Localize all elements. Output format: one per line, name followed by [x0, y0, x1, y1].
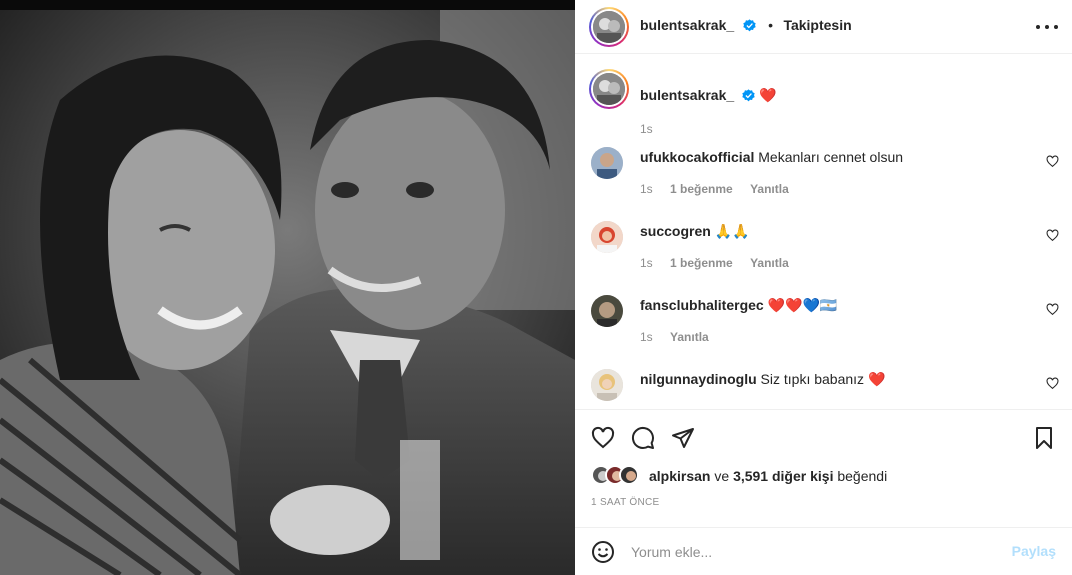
separator-dot: •: [768, 17, 773, 33]
post-photo-image: [0, 0, 575, 575]
verified-icon: [742, 89, 755, 102]
commenter-username[interactable]: fansclubhalitergec: [640, 297, 764, 313]
comment-time[interactable]: 1s: [640, 182, 653, 196]
caption-avatar[interactable]: [589, 69, 629, 109]
comments-list[interactable]: bulentsakrak_ ❤️ 1s ufukkocakofficial Me…: [575, 55, 1072, 409]
heart-icon[interactable]: [1046, 303, 1059, 316]
reply-button[interactable]: Yanıtla: [670, 330, 709, 344]
caption-username[interactable]: bulentsakrak_: [640, 87, 734, 103]
heart-icon[interactable]: [591, 426, 615, 450]
comment-input[interactable]: [631, 540, 1001, 564]
bookmark-icon[interactable]: [1032, 426, 1056, 450]
comment-text: Mekanları cennet olsun: [758, 149, 904, 165]
comment-time[interactable]: 1s: [640, 330, 653, 344]
first-liker[interactable]: alpkirsan: [649, 468, 710, 484]
verified-icon: [742, 19, 756, 32]
commenter-username[interactable]: nilgunnaydinoglu: [640, 371, 757, 387]
post-details-panel: bulentsakrak_ • Takiptesin bulentsakrak_…: [575, 0, 1072, 575]
add-comment-bar: Paylaş: [575, 527, 1072, 575]
author-avatar[interactable]: [589, 7, 629, 47]
heart-icon[interactable]: [1046, 155, 1059, 168]
liker-avatar: [619, 465, 639, 485]
smiley-icon[interactable]: [591, 540, 615, 564]
reply-button[interactable]: Yanıtla: [750, 256, 789, 270]
comment-time[interactable]: 1s: [640, 256, 653, 270]
commenter-username[interactable]: ufukkocakofficial: [640, 149, 754, 165]
comment-likes[interactable]: 1 beğenme: [670, 256, 733, 270]
comment-item: succogren 🙏🙏 1s 1 beğenme Yanıtla: [589, 221, 1059, 295]
other-likers-count[interactable]: 3,591 diğer kişi: [733, 468, 833, 484]
heart-icon[interactable]: [1046, 229, 1059, 242]
comment-item: ufukkocakofficial Mekanları cennet olsun…: [589, 147, 1059, 221]
caption: bulentsakrak_ ❤️ 1s: [589, 69, 1059, 136]
commenter-avatar[interactable]: [591, 221, 623, 253]
comment-likes[interactable]: 1 beğenme: [670, 182, 733, 196]
reply-button[interactable]: Yanıtla: [750, 182, 789, 196]
comment-text: 🙏🙏: [714, 223, 750, 239]
likes-connector: ve: [714, 468, 730, 484]
post-comment-button[interactable]: Paylaş: [1012, 543, 1056, 559]
more-options-icon[interactable]: [1036, 18, 1058, 36]
caption-time[interactable]: 1s: [640, 122, 653, 136]
commenter-avatar[interactable]: [591, 147, 623, 179]
post-header: bulentsakrak_ • Takiptesin: [575, 0, 1072, 54]
comment-text: ❤️❤️💙🇦🇷: [767, 297, 838, 313]
post-timestamp[interactable]: 1 SAAT ÖNCE: [591, 497, 660, 508]
comment-item: fansclubhalitergec ❤️❤️💙🇦🇷 1s Yanıtla: [589, 295, 1059, 369]
following-button[interactable]: Takiptesin: [783, 17, 851, 33]
action-bar: [575, 409, 1072, 465]
likes-summary[interactable]: alpkirsan ve 3,591 diğer kişi beğendi: [591, 465, 1061, 489]
share-icon[interactable]: [671, 426, 695, 450]
comment-icon[interactable]: [631, 426, 655, 450]
heart-icon[interactable]: [1046, 377, 1059, 390]
caption-text: ❤️: [758, 87, 777, 103]
commenter-username[interactable]: succogren: [640, 223, 711, 239]
likes-suffix: beğendi: [837, 468, 888, 484]
commenter-avatar[interactable]: [591, 369, 623, 401]
commenter-avatar[interactable]: [591, 295, 623, 327]
author-username[interactable]: bulentsakrak_: [640, 17, 734, 33]
comment-item: nilgunnaydinoglu Siz tıpkı babanız ❤️: [589, 369, 1059, 409]
comment-text: Siz tıpkı babanız ❤️: [760, 371, 886, 387]
post-photo[interactable]: [0, 0, 575, 575]
